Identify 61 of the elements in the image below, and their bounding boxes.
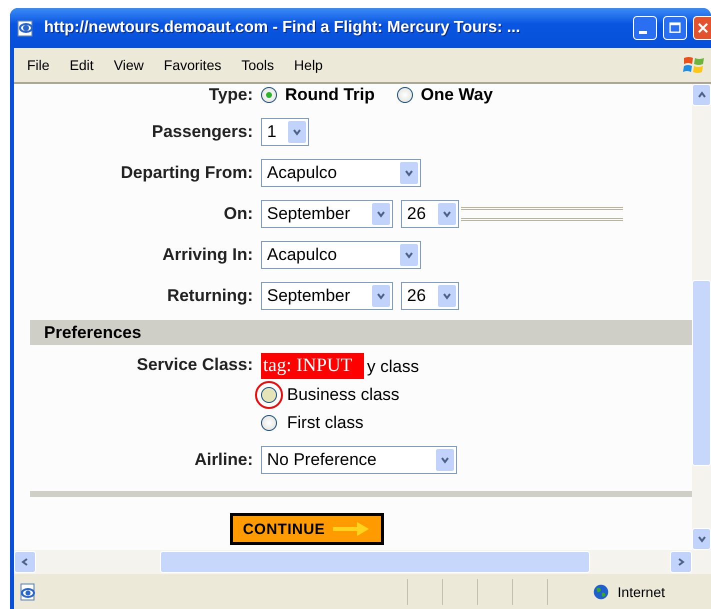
scroll-thumb[interactable]	[160, 551, 590, 573]
scroll-right-button[interactable]	[670, 551, 692, 573]
caret-icon	[372, 203, 390, 225]
menu-item[interactable]: View	[114, 57, 144, 73]
menu-item[interactable]: Tools	[241, 57, 274, 73]
close-icon	[696, 21, 710, 35]
passengers-dropdown[interactable]: 1	[261, 118, 309, 146]
horizontal-scrollbar[interactable]	[14, 550, 711, 574]
maximize-button[interactable]	[663, 16, 687, 40]
caret-icon	[438, 203, 456, 225]
field-label: Departing From:	[120, 163, 253, 183]
caret-icon	[288, 121, 306, 143]
scroll-down-button[interactable]	[692, 528, 711, 550]
continue-button[interactable]: CONTINUE	[230, 513, 384, 545]
day-dropdown[interactable]: 26	[401, 200, 459, 228]
radio-label: y class	[367, 357, 419, 377]
menu-item[interactable]: Edit	[70, 57, 94, 73]
city-dropdown[interactable]: Acapulco	[261, 241, 421, 269]
caret-icon	[400, 244, 418, 266]
menu-item[interactable]: Favorites	[164, 57, 222, 73]
window-title: http://newtours.demoaut.com - Find a Flight: Mercury Tours: ...	[44, 19, 522, 37]
scroll-left-button[interactable]	[14, 551, 36, 573]
menu-item[interactable]: Help	[294, 57, 323, 73]
caret-icon	[400, 162, 418, 184]
radio-label: One Way	[420, 85, 493, 105]
globe-icon	[592, 582, 610, 600]
minimize-icon	[639, 30, 647, 34]
field-label: Passengers:	[150, 122, 253, 142]
tag-overlay: tag: INPUT	[261, 353, 364, 379]
security-zone: Internet	[618, 584, 665, 600]
field-label: Arriving In:	[161, 245, 253, 265]
field-label: Airline:	[193, 450, 253, 470]
radio-button[interactable]	[261, 87, 277, 103]
airline-dropdown[interactable]: No Preference	[261, 446, 457, 474]
radio-button[interactable]	[396, 87, 413, 103]
arrow-icon	[331, 521, 372, 537]
field-label: Returning:	[166, 286, 253, 306]
close-button[interactable]	[693, 16, 711, 40]
month-dropdown[interactable]: September	[261, 282, 393, 310]
radio-label: First class	[287, 413, 364, 433]
month-dropdown[interactable]: September	[261, 200, 393, 228]
radio-label: Round Trip	[285, 85, 375, 105]
scroll-up-button[interactable]	[692, 84, 711, 106]
minimize-button[interactable]	[633, 16, 657, 40]
city-dropdown[interactable]: Acapulco	[261, 159, 421, 187]
maximize-icon	[668, 21, 682, 35]
caret-icon	[438, 285, 456, 307]
field-label: On:	[222, 204, 253, 224]
browser-page-icon	[16, 18, 36, 38]
caret-icon	[372, 285, 390, 307]
radio-label: Business class	[287, 385, 400, 405]
field-label: Type:	[208, 85, 253, 105]
scroll-thumb[interactable]	[692, 280, 711, 466]
radio-button[interactable]	[261, 415, 277, 431]
section-title: Preferences	[44, 322, 142, 342]
field-label: Service Class:	[136, 354, 253, 376]
menu-item[interactable]: File	[27, 57, 50, 73]
day-dropdown[interactable]: 26	[401, 282, 459, 310]
page-icon	[18, 582, 38, 602]
caret-icon	[436, 449, 454, 471]
vertical-scrollbar[interactable]	[692, 84, 711, 550]
